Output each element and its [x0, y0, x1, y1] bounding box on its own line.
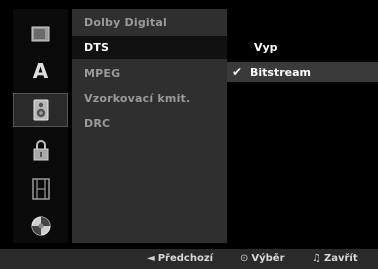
previous-label: Předchozí [157, 253, 214, 264]
menu-item-drc[interactable]: DRC [72, 112, 227, 135]
setup-menu-screen: A Dolby Digital DTS MPEG Vzorkovací kmit… [0, 0, 378, 269]
menu-item-sample-frequency[interactable]: Vzorkovací kmit. [72, 87, 227, 110]
navigation-hint-bar: ◄ Předchozí ⊙ Výběr ♫ Zavřít [0, 249, 378, 269]
settings-disc-icon [31, 216, 50, 236]
menu-item-mpeg[interactable]: MPEG [72, 62, 227, 85]
speaker-icon [33, 99, 48, 121]
return-button-icon: ♫ [312, 253, 321, 264]
sidebar-item-disc[interactable] [13, 17, 68, 51]
left-arrow-icon: ◄ [147, 253, 155, 264]
option-bitstream[interactable]: ✔ Bitstream [227, 62, 378, 82]
dts-options-panel: Vyp ✔ Bitstream [227, 9, 378, 243]
disc-icon [31, 26, 49, 42]
option-vyp[interactable]: Vyp [227, 38, 378, 58]
category-sidebar: A [13, 9, 68, 243]
language-icon: A [32, 59, 49, 83]
sidebar-item-other[interactable] [13, 209, 68, 243]
enter-button-icon: ⊙ [240, 253, 249, 264]
sidebar-item-recording[interactable] [13, 172, 68, 206]
lock-icon [33, 140, 48, 161]
previous-hint: ◄ Předchozí [147, 249, 213, 269]
menu-item-dolby-digital[interactable]: Dolby Digital [72, 11, 227, 34]
sidebar-item-lock[interactable] [13, 133, 68, 167]
sidebar-item-language[interactable]: A [13, 54, 68, 88]
close-label: Zavřít [323, 253, 358, 264]
menu-item-dts[interactable]: DTS [72, 36, 227, 59]
option-bitstream-label: Bitstream [250, 66, 311, 79]
sidebar-item-audio[interactable] [13, 93, 68, 127]
select-hint: ⊙ Výběr [240, 249, 285, 269]
select-label: Výběr [251, 253, 285, 264]
film-icon [31, 178, 50, 200]
checkmark-icon: ✔ [232, 65, 243, 79]
close-hint: ♫ Zavřít [312, 249, 358, 269]
audio-settings-menu: Dolby Digital DTS MPEG Vzorkovací kmit. … [72, 9, 227, 243]
